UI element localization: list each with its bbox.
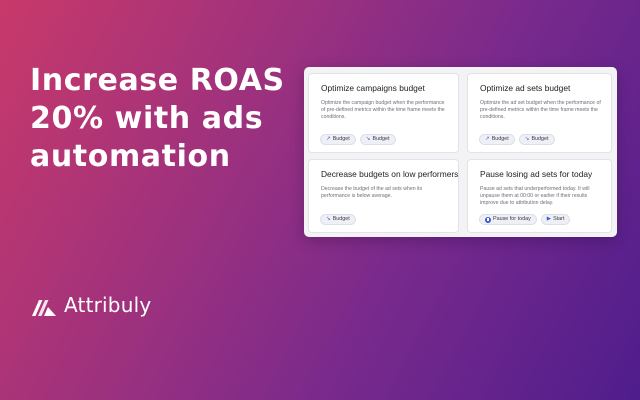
tag-label: Start <box>553 216 565 222</box>
rule-card-description: Optimize the ad set budget when the perf… <box>480 100 601 120</box>
rule-card-optimize-ad-sets-budget[interactable]: Optimize ad sets budget Optimize the ad … <box>467 73 612 153</box>
rule-card-tags: ↗ Budget ↘ Budget <box>479 134 555 145</box>
play-icon: ▶ <box>546 216 552 222</box>
rule-card-description: Pause ad sets that underperformed today.… <box>480 186 590 206</box>
rule-card-title: Optimize ad sets budget <box>480 83 571 93</box>
rule-card-description: Decrease the budget of the ad sets when … <box>321 186 423 199</box>
rule-card-description: Optimize the campaign budget when the pe… <box>321 100 445 120</box>
rule-card-optimize-campaigns-budget[interactable]: Optimize campaigns budget Optimize the c… <box>308 73 459 153</box>
budget-increase-tag: ↗ Budget <box>479 134 515 145</box>
tag-label: Budget <box>332 136 350 142</box>
hero-headline-line-2: 20% with ads <box>30 101 264 136</box>
rule-card-tags: ↘ Budget <box>320 214 356 225</box>
rule-card-tags: Pause for today ▶ Start <box>479 214 571 225</box>
tag-label: Budget <box>491 136 509 142</box>
rule-card-tags: ↗ Budget ↘ Budget <box>320 134 396 145</box>
budget-decrease-tag: ↘ Budget <box>518 134 555 145</box>
brand-logo-lockup: Attribuly <box>30 292 151 318</box>
automation-rules-panel: Optimize campaigns budget Optimize the c… <box>304 67 617 237</box>
arrow-down-right-icon: ↘ <box>524 136 530 142</box>
attribuly-logo-icon <box>32 300 56 316</box>
hero-headline-line-3: automation <box>30 139 231 174</box>
hero-headline-line-1: Increase ROAS <box>30 63 285 98</box>
tag-label: Budget <box>531 136 549 142</box>
rule-card-decrease-budgets-low-performers[interactable]: Decrease budgets on low performers Decre… <box>308 159 459 233</box>
pause-for-today-tag: Pause for today <box>479 214 537 225</box>
rule-card-title: Decrease budgets on low performers <box>321 169 459 179</box>
arrow-down-right-icon: ↘ <box>365 136 371 142</box>
arrow-down-right-icon: ↘ <box>326 216 331 222</box>
budget-decrease-tag: ↘ Budget <box>320 214 356 225</box>
budget-decrease-tag: ↘ Budget <box>359 134 396 145</box>
arrow-up-right-icon: ↗ <box>326 136 331 142</box>
hero-headline: Increase ROAS 20% with ads automation <box>30 62 285 176</box>
rule-card-pause-losing-ad-sets[interactable]: Pause losing ad sets for today Pause ad … <box>467 159 612 233</box>
arrow-up-right-icon: ↗ <box>485 136 490 142</box>
start-tag: ▶ Start <box>540 214 571 225</box>
rule-card-title: Pause losing ad sets for today <box>480 169 593 179</box>
tag-label: Pause for today <box>493 216 531 222</box>
tag-label: Budget <box>372 136 390 142</box>
rule-card-title: Optimize campaigns budget <box>321 83 425 93</box>
budget-increase-tag: ↗ Budget <box>320 134 356 145</box>
pause-icon <box>485 216 491 223</box>
tag-label: Budget <box>332 216 350 222</box>
brand-name: Attribuly <box>64 293 152 317</box>
